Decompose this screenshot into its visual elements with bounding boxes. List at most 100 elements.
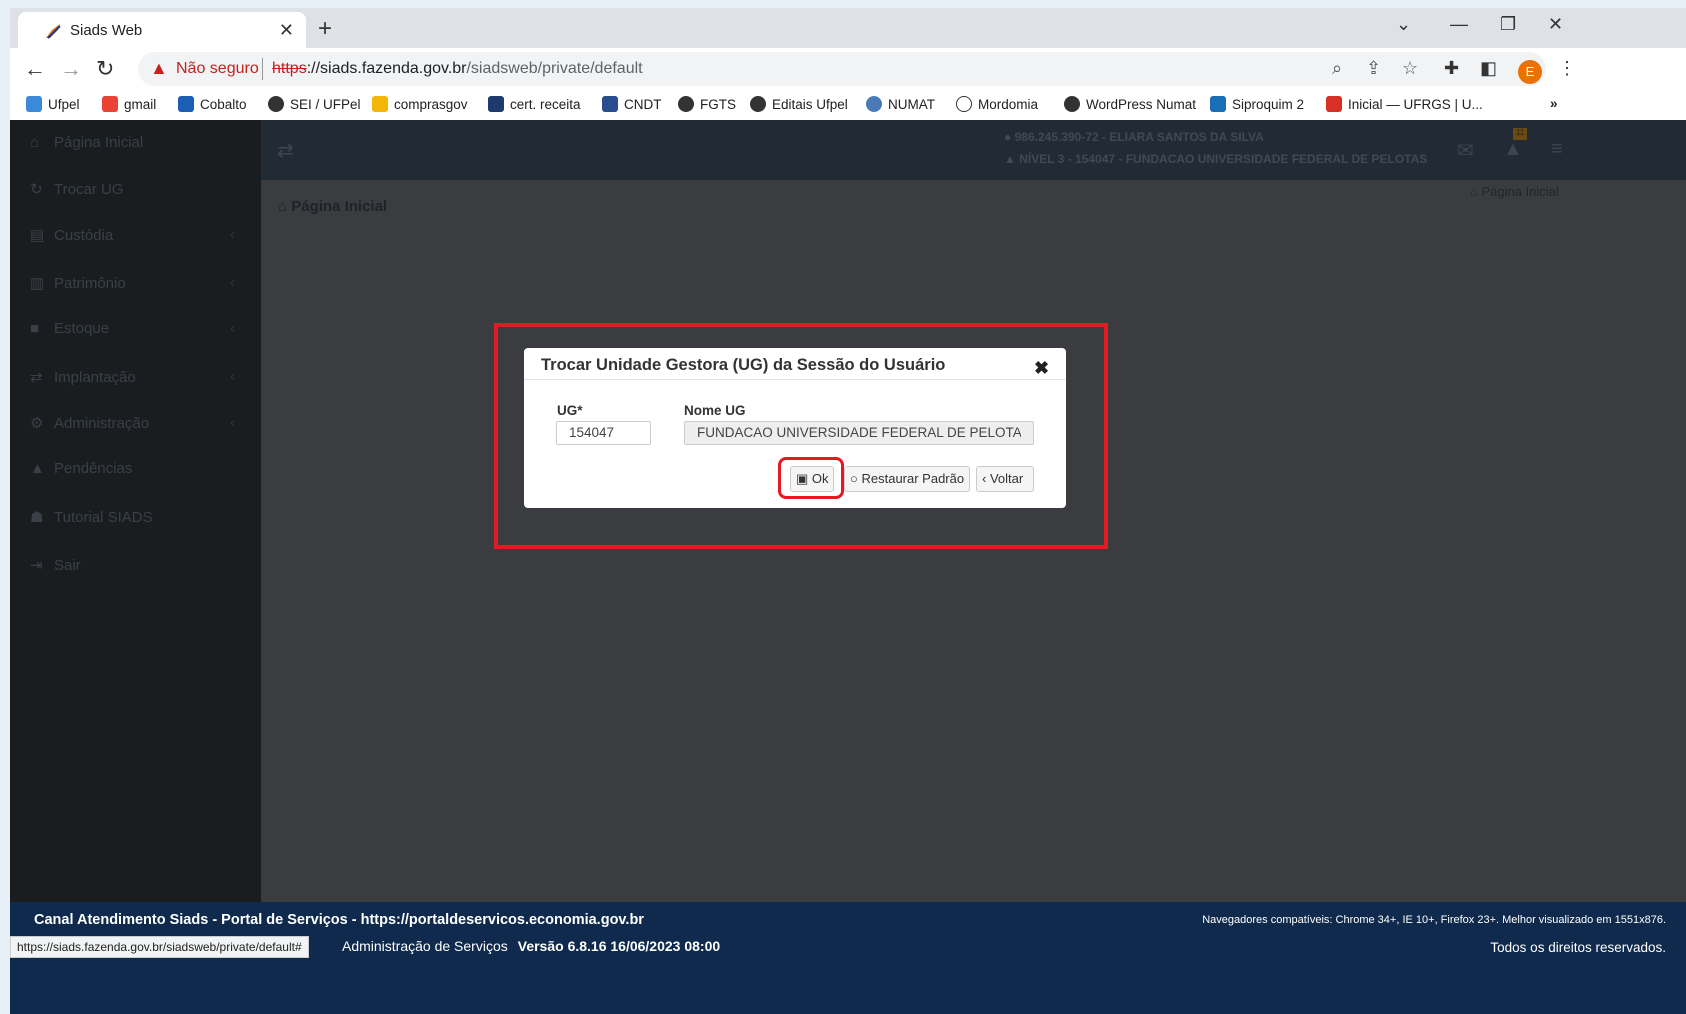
top-navbar: ⇄ ● 986.245.390-72 - ELIARA SANTOS DA SI…	[261, 120, 1686, 180]
tab-strip: Siads Web ✕ + ⌄ — ❐ ✕	[10, 8, 1686, 48]
chevron-left-icon: ‹	[982, 471, 987, 486]
reload-icon[interactable]: ↻	[96, 56, 114, 82]
alert-icon[interactable]: ▲	[1503, 138, 1523, 161]
bookmark-fgts[interactable]: FGTS	[678, 96, 736, 112]
sidebar-item-patrimonio[interactable]: ▥ Patrimônio ‹	[30, 274, 235, 292]
exchange-icon: ⇄	[30, 369, 43, 386]
user-info: ● 986.245.390-72 - ELIARA SANTOS DA SILV…	[1004, 130, 1264, 144]
sidebar-item-sair[interactable]: ⇥ Sair	[30, 556, 81, 574]
back-button[interactable]: ‹ Voltar	[976, 466, 1034, 492]
bookmark-wordpress[interactable]: WordPress Numat	[1064, 96, 1196, 112]
menu-icon[interactable]: ≡	[1551, 138, 1563, 161]
mordomia-icon	[956, 96, 972, 112]
sidebar-item-implantacao[interactable]: ⇄ Implantação ‹	[30, 368, 235, 386]
footer-version-line: Administração de Serviços Versão 6.8.16 1…	[342, 938, 721, 954]
url-text[interactable]: https://siads.fazenda.gov.br/siadsweb/pr…	[272, 60, 643, 78]
bookmark-sei[interactable]: SEI / UFPel	[268, 96, 361, 112]
bookmark-numat[interactable]: NUMAT	[866, 96, 935, 112]
bookmark-ufrgs[interactable]: Inicial — UFRGS | U...	[1326, 96, 1483, 112]
bookmark-comprasgov[interactable]: comprasgov	[372, 96, 468, 112]
comprasgov-icon	[372, 96, 388, 112]
refresh-icon: ↻	[30, 181, 43, 198]
bookmark-cert-receita[interactable]: cert. receita	[488, 96, 581, 112]
gmail-icon	[102, 96, 118, 112]
extensions-icon[interactable]: ✚	[1444, 58, 1459, 79]
bookmark-cndt[interactable]: CNDT	[602, 96, 662, 112]
close-tab-icon[interactable]: ✕	[279, 20, 294, 41]
close-window-icon[interactable]: ✕	[1548, 14, 1563, 35]
cndt-icon	[602, 96, 618, 112]
modal-divider	[524, 379, 1066, 380]
restore-default-button[interactable]: ○ Restaurar Padrão	[844, 466, 970, 492]
close-icon[interactable]: ✖	[1034, 358, 1049, 379]
nome-ug-field[interactable]	[684, 421, 1034, 445]
sidebar-item-pendencias[interactable]: ▲ Pendências	[30, 460, 132, 477]
breadcrumb[interactable]: ⌂ Página Inicial	[1470, 184, 1559, 199]
receita-icon	[488, 96, 504, 112]
footer-browsers: Navegadores compatíveis: Chrome 34+, IE …	[1202, 914, 1666, 926]
bookmark-gmail[interactable]: gmail	[102, 96, 156, 112]
home-icon: ⌂	[30, 134, 40, 151]
sidebar: ⌂ Página Inicial ↻ Trocar UG ▤ Custódia ‹ ▥ P…	[10, 120, 261, 902]
sidebar-item-tutorial[interactable]: ☗ Tutorial SIADS	[30, 508, 153, 526]
footer-rights: Todos os direitos reservados.	[1490, 940, 1666, 955]
sidebar-item-pagina-inicial[interactable]: ⌂ Página Inicial	[30, 134, 143, 151]
alert-badge: 11	[1513, 128, 1527, 140]
bookmark-siproquim[interactable]: Siproquim 2	[1210, 96, 1304, 112]
siads-app: ⌂ Página Inicial ↻ Trocar UG ▤ Custódia ‹ ▥ P…	[10, 120, 1686, 1014]
globe-icon	[1064, 96, 1080, 112]
tab-siads[interactable]: Siads Web ✕	[18, 12, 306, 48]
ufpel-icon	[26, 96, 42, 112]
restore-icon[interactable]: ❐	[1500, 14, 1516, 35]
star-icon[interactable]: ☆	[1402, 58, 1418, 79]
ug-input[interactable]	[556, 421, 651, 445]
sidebar-toggle-icon[interactable]: ⇄	[277, 138, 294, 163]
graduation-cap-icon: ☗	[30, 509, 44, 526]
menu-kebab-icon[interactable]: ⋮	[1558, 58, 1576, 79]
box-icon: ■	[30, 320, 40, 337]
share-icon[interactable]: ⇪	[1366, 58, 1381, 79]
sidebar-item-administracao[interactable]: ⚙ Administração ‹	[30, 414, 235, 432]
modal-title: Trocar Unidade Gestora (UG) da Sessão do…	[541, 356, 946, 374]
page-title: ⌂ Página Inicial	[278, 198, 388, 215]
ufrgs-icon	[1326, 96, 1342, 112]
warning-icon: ▲	[150, 58, 168, 78]
browser-window: Siads Web ✕ + ⌄ — ❐ ✕ ← → ↻ ▲ Não seguro…	[10, 8, 1686, 1014]
footer: Canal Atendimento Siads - Portal de Serv…	[10, 902, 1686, 1014]
side-panel-icon[interactable]: ◧	[1480, 58, 1497, 79]
new-tab-button[interactable]: +	[318, 15, 332, 43]
chevron-left-icon: ‹	[230, 368, 235, 385]
sidebar-item-trocar-ug[interactable]: ↻ Trocar UG	[30, 180, 123, 198]
tab-search-chevron-icon[interactable]: ⌄	[1396, 14, 1411, 35]
separator	[262, 58, 263, 80]
sidebar-item-custodia[interactable]: ▤ Custódia ‹	[30, 226, 235, 244]
chevron-left-icon: ‹	[230, 226, 235, 243]
ok-button-highlight-ring	[778, 457, 844, 499]
forward-icon[interactable]: →	[60, 56, 82, 82]
siproquim-icon	[1210, 96, 1226, 112]
globe-icon	[268, 96, 284, 112]
sign-out-icon: ⇥	[30, 557, 43, 574]
address-bar[interactable]: ▲ Não seguro https://siads.fazenda.gov.b…	[138, 52, 1546, 86]
more-bookmarks-icon[interactable]: »	[1550, 96, 1558, 111]
sidebar-item-estoque[interactable]: ■ Estoque ‹	[30, 320, 235, 337]
siads-favicon-icon	[46, 24, 61, 39]
bookmark-cobalto[interactable]: Cobalto	[178, 96, 247, 112]
back-icon[interactable]: ←	[24, 56, 46, 82]
bookmark-mordomia[interactable]: Mordomia	[956, 96, 1038, 112]
bookmarks-bar: Ufpel gmail Cobalto SEI / UFPel comprasg…	[10, 90, 1686, 121]
bookmark-ufpel[interactable]: Ufpel	[26, 96, 80, 112]
footer-support-line: Canal Atendimento Siads - Portal de Serv…	[34, 912, 644, 928]
envelope-icon[interactable]: ✉	[1457, 138, 1474, 163]
zoom-search-icon[interactable]: ⌕	[1332, 58, 1342, 79]
globe-icon	[678, 96, 694, 112]
profile-avatar[interactable]: E	[1518, 60, 1542, 84]
browser-toolbar: ← → ↻ ▲ Não seguro https://siads.fazenda…	[10, 48, 1686, 90]
insecure-label[interactable]: Não seguro	[176, 60, 259, 78]
minimize-icon[interactable]: —	[1450, 14, 1468, 35]
tab-title: Siads Web	[70, 22, 143, 39]
chevron-left-icon: ‹	[230, 414, 235, 431]
barcode-icon: ▥	[30, 275, 45, 292]
document-icon: ▤	[30, 227, 45, 244]
bookmark-editais[interactable]: Editais Ufpel	[750, 96, 848, 112]
